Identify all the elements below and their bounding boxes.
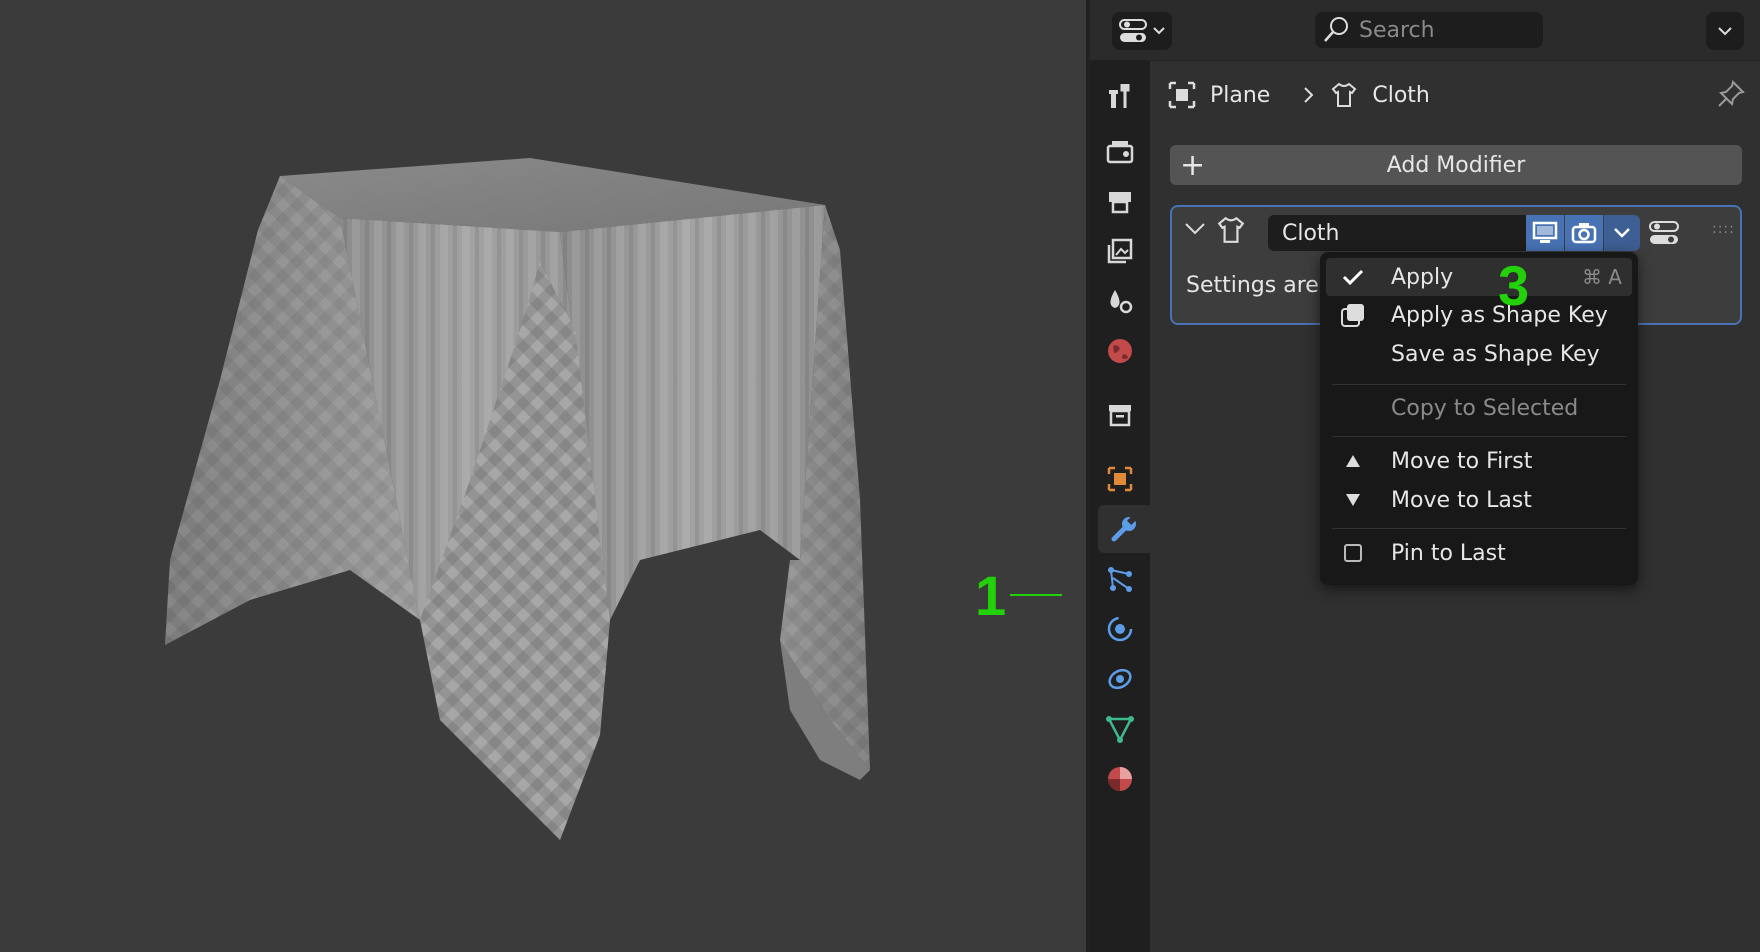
toggle-icon (1649, 221, 1679, 244)
3d-viewport[interactable] (0, 0, 1086, 952)
breadcrumb: Plane Cloth (1168, 75, 1430, 115)
tab-world[interactable] (1096, 327, 1144, 375)
tab-modifiers[interactable] (1098, 505, 1150, 553)
menu-item-move-to-last[interactable]: Move to Last (1326, 481, 1632, 519)
physics-icon (1107, 616, 1133, 642)
cloth-shirt-icon (1331, 82, 1357, 107)
show-in-render-toggle[interactable] (1565, 215, 1603, 251)
tab-tool[interactable] (1096, 71, 1144, 119)
object-icon (1168, 81, 1196, 109)
menu-separator (1332, 436, 1626, 437)
tab-material[interactable] (1096, 755, 1144, 803)
tab-view-layer[interactable] (1096, 227, 1144, 275)
tab-physics[interactable] (1096, 605, 1144, 653)
material-icon (1108, 767, 1132, 791)
tab-particles[interactable] (1096, 555, 1144, 603)
cloth-shirt-icon (1217, 216, 1245, 243)
menu-item-label: Move to Last (1391, 487, 1532, 513)
callout-1-line (1010, 594, 1062, 596)
collection-icon (1109, 405, 1131, 427)
menu-item-apply[interactable]: Apply ⌘ A (1326, 258, 1632, 296)
modifier-toggle-button[interactable] (1646, 215, 1682, 251)
search-field[interactable]: Search (1315, 12, 1543, 48)
camera-icon (1571, 223, 1597, 244)
pin-icon (1718, 80, 1745, 107)
search-placeholder: Search (1359, 17, 1435, 43)
modifier-name-field[interactable]: Cloth (1268, 215, 1526, 251)
scene-icon (1110, 290, 1133, 314)
menu-item-apply-as-shape-key[interactable]: Apply as Shape Key (1326, 296, 1632, 334)
particles-icon (1108, 567, 1132, 592)
tab-constraints[interactable] (1096, 655, 1144, 703)
triangle-down-icon (1346, 494, 1360, 506)
drag-handle-icon[interactable]: :::: (1712, 221, 1735, 237)
menu-item-pin-to-last[interactable]: Pin to Last (1326, 534, 1632, 572)
chevron-down-icon (1185, 223, 1205, 235)
tab-data[interactable] (1096, 705, 1144, 753)
menu-item-label: Copy to Selected (1391, 395, 1579, 421)
cloth-mesh-render (165, 158, 870, 840)
modifier-extras-dropdown[interactable] (1604, 215, 1640, 251)
show-in-viewport-toggle[interactable] (1526, 215, 1564, 251)
collapse-toggle[interactable] (1184, 221, 1206, 241)
callout-3: 3 (1498, 254, 1530, 317)
triangle-up-icon (1346, 455, 1360, 467)
tab-collection[interactable] (1096, 391, 1144, 439)
settings-text: Settings are i (1186, 273, 1332, 298)
monitor-icon (1532, 221, 1558, 243)
editor-type-button[interactable] (1112, 12, 1172, 50)
object-icon (1107, 466, 1133, 492)
tab-render[interactable] (1096, 127, 1144, 175)
chevron-down-icon (1153, 27, 1165, 35)
menu-item-label: Move to First (1391, 448, 1533, 474)
search-icon (1324, 17, 1348, 42)
chevron-down-icon (1718, 26, 1732, 35)
data-mesh-icon (1106, 716, 1134, 743)
shape-key-icon (1341, 304, 1364, 327)
menu-item-label: Apply (1391, 264, 1454, 290)
tab-scene[interactable] (1096, 277, 1144, 325)
menu-item-save-as-shape-key[interactable]: Save as Shape Key (1326, 335, 1632, 373)
menu-item-copy-to-selected[interactable]: Copy to Selected (1326, 389, 1632, 427)
header-options-dropdown[interactable] (1706, 12, 1744, 50)
render-icon (1106, 141, 1134, 164)
editor-header: Search (1090, 0, 1760, 61)
menu-separator (1332, 528, 1626, 529)
view-layer-icon (1107, 238, 1133, 264)
breadcrumb-modifier: Cloth (1372, 82, 1430, 108)
menu-item-label: Pin to Last (1391, 540, 1506, 566)
plus-icon: + (1180, 148, 1206, 183)
constraints-icon (1108, 668, 1132, 690)
pin-button[interactable] (1716, 79, 1746, 113)
modifier-extras-menu: Apply ⌘ A Apply as Shape Key Save as Sha… (1320, 252, 1638, 585)
menu-item-shortcut: ⌘ A (1581, 265, 1622, 289)
world-icon (1108, 339, 1132, 363)
tab-object[interactable] (1096, 455, 1144, 503)
chevron-down-icon (1614, 228, 1630, 238)
output-icon (1109, 192, 1131, 214)
add-modifier-label: Add Modifier (1386, 152, 1526, 178)
properties-tabs (1090, 61, 1150, 952)
chevron-right-icon (1304, 87, 1314, 103)
checkmark-icon (1342, 269, 1364, 286)
add-modifier-button[interactable]: + Add Modifier (1170, 145, 1742, 185)
tool-icon (1109, 84, 1130, 108)
callout-1: 1 (975, 564, 1007, 627)
tab-output[interactable] (1096, 177, 1144, 225)
checkbox-icon (1344, 544, 1362, 562)
modifier-wrench-icon (1111, 515, 1137, 542)
breadcrumb-object: Plane (1210, 82, 1271, 108)
menu-item-move-to-first[interactable]: Move to First (1326, 442, 1632, 480)
modifier-type-icon (1216, 215, 1246, 249)
properties-editor-icon (1119, 19, 1147, 42)
menu-item-label: Save as Shape Key (1391, 341, 1600, 367)
menu-separator (1332, 384, 1626, 385)
